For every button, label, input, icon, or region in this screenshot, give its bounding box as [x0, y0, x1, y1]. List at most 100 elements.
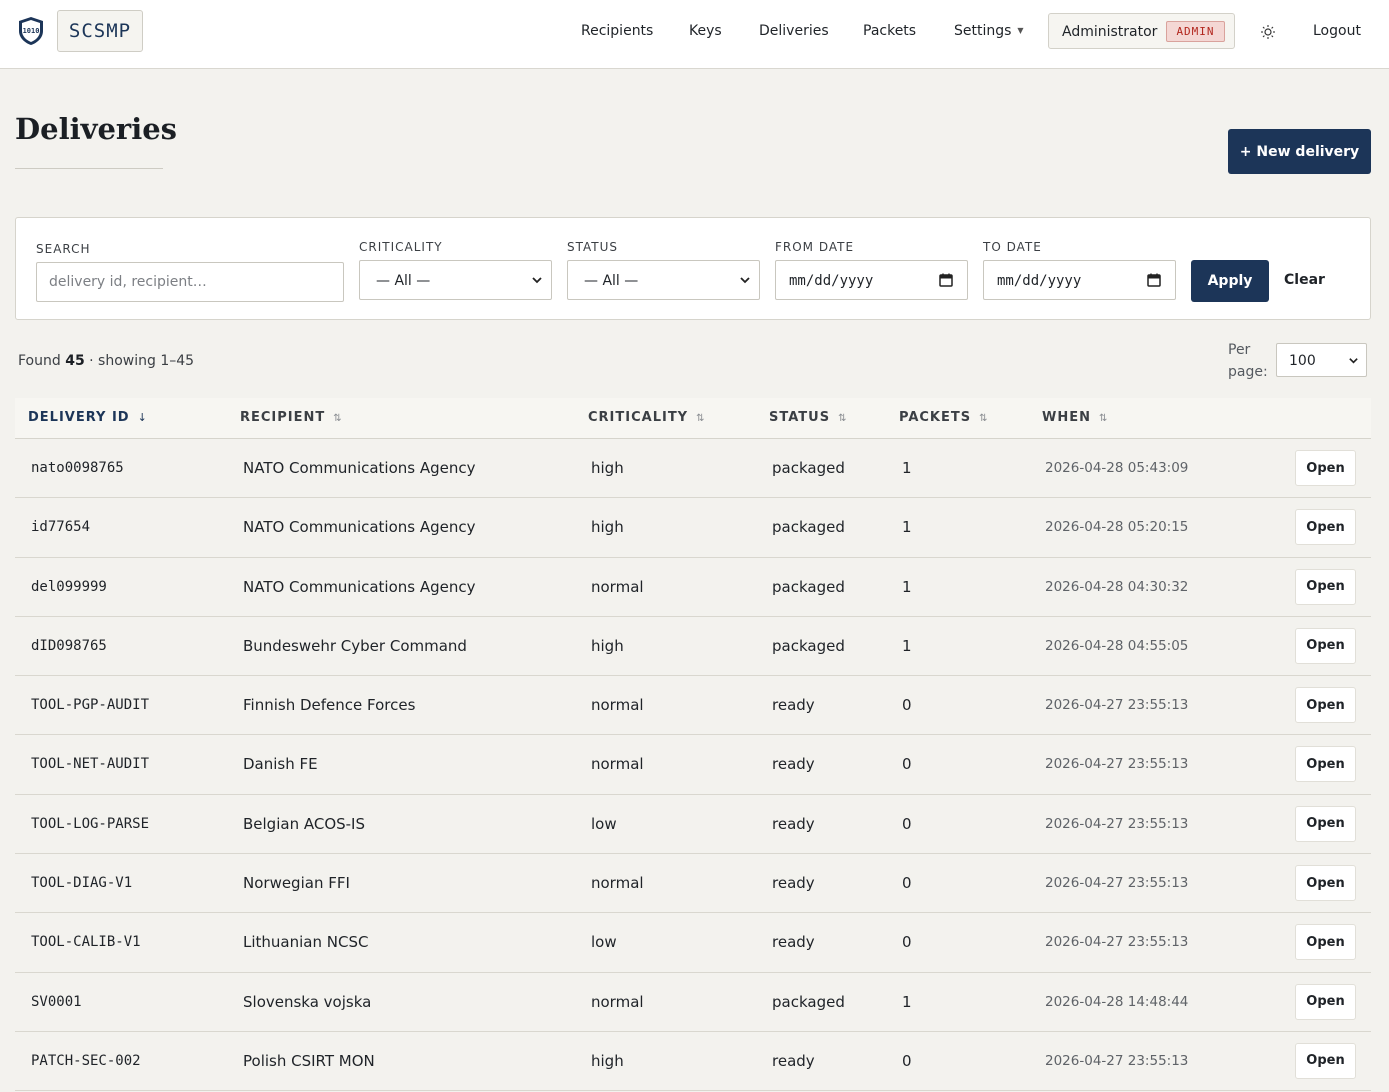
table-row[interactable]: del099999 NATO Communications Agency norma… — [15, 558, 1371, 617]
page-title: Deliveries — [15, 112, 178, 146]
packets-cell: 0 — [902, 1051, 912, 1070]
table-row[interactable]: dID098765 Bundeswehr Cyber Command high pac… — [15, 617, 1371, 677]
criticality-cell: low — [591, 933, 617, 952]
col-criticality[interactable]: CRITICALITY ⇅ — [588, 410, 705, 427]
nav-packets[interactable]: Packets — [863, 22, 916, 40]
criticality-cell: high — [591, 636, 624, 655]
col-label: RECIPIENT — [240, 410, 326, 425]
deliveries-table: DELIVERY ID ↓ RECIPIENT ⇅ CRITICALITY ⇅ STA… — [15, 398, 1371, 1092]
new-delivery-button[interactable]: + New delivery — [1228, 129, 1371, 174]
when-cell: 2026-04-27 23:55:13 — [1045, 697, 1189, 714]
table-row[interactable]: TOOL-DIAG-V1 Norwegian FFI normal ready 0 202… — [15, 854, 1371, 914]
table-row[interactable]: TOOL-NET-AUDIT Danish FE normal ready 0 2026-… — [15, 735, 1371, 795]
packets-cell: 1 — [902, 459, 912, 477]
from-date-input[interactable]: mm/dd/yyyy — [775, 260, 968, 300]
results-summary: Found 45 · showing 1–45 — [18, 352, 194, 370]
title-divider — [15, 168, 163, 169]
criticality-cell: high — [591, 1051, 624, 1070]
found-count: 45 — [65, 353, 85, 369]
delivery-id-cell: SV0001 — [31, 993, 82, 1010]
open-button[interactable]: Open — [1295, 983, 1356, 1020]
logout-link[interactable]: Logout — [1313, 22, 1361, 40]
recipient-cell: Finnish Defence Forces — [243, 696, 416, 715]
table-row[interactable]: PATCH-SEC-002 Polish CSIRT MON high ready 0 2… — [15, 1032, 1371, 1092]
open-button[interactable]: Open — [1295, 746, 1356, 783]
open-button[interactable]: Open — [1295, 865, 1356, 902]
status-cell: ready — [772, 874, 815, 893]
table-row[interactable]: id77654 NATO Communications Agency high pac… — [15, 498, 1371, 558]
brand-logo[interactable]: SCSMP — [57, 10, 143, 52]
when-cell: 2026-04-28 05:20:15 — [1045, 519, 1189, 536]
status-select[interactable]: — All — — [567, 260, 760, 300]
criticality-select[interactable]: — All — — [359, 260, 552, 300]
calendar-icon[interactable] — [939, 273, 953, 287]
table-row[interactable]: TOOL-CALIB-V1 Lithuanian NCSC low ready 0 202… — [15, 913, 1371, 973]
sort-icon: ⇅ — [979, 413, 988, 424]
delivery-id-cell: id77654 — [31, 519, 91, 536]
criticality-select-value: — All — — [376, 273, 431, 289]
criticality-cell: normal — [591, 874, 644, 893]
criticality-label: CRITICALITY — [359, 240, 443, 254]
table-row[interactable]: SV0001 Slovenska vojska normal packaged 1 202… — [15, 973, 1371, 1032]
nav-recipients[interactable]: Recipients — [581, 22, 653, 40]
status-label: STATUS — [567, 240, 619, 254]
criticality-cell: normal — [591, 992, 644, 1011]
open-button[interactable]: Open — [1295, 1042, 1356, 1079]
open-button[interactable]: Open — [1295, 924, 1356, 961]
per-page-label: Per page: — [1228, 342, 1268, 380]
criticality-cell: normal — [591, 755, 644, 774]
found-prefix: Found — [18, 353, 61, 369]
status-cell: packaged — [772, 636, 845, 655]
delivery-id-cell: TOOL-PGP-AUDIT — [31, 697, 150, 714]
criticality-cell: normal — [591, 577, 644, 596]
nav-settings-label: Settings — [954, 23, 1012, 39]
user-menu[interactable]: Administrator ADMIN — [1048, 13, 1235, 49]
delivery-id-cell: TOOL-DIAG-V1 — [31, 875, 133, 892]
shield-binary-icon[interactable]: 1010 — [17, 16, 45, 46]
packets-cell: 0 — [902, 814, 912, 833]
search-input[interactable] — [36, 262, 344, 302]
open-button[interactable]: Open — [1295, 450, 1356, 486]
nav-settings[interactable]: Settings ▼ — [954, 22, 1024, 40]
status-cell: ready — [772, 755, 815, 774]
status-cell: ready — [772, 1051, 815, 1070]
table-row[interactable]: nato0098765 NATO Communications Agency hig… — [15, 439, 1371, 499]
recipient-cell: NATO Communications Agency — [243, 518, 476, 537]
col-packets[interactable]: PACKETS ⇅ — [899, 410, 988, 427]
clear-button[interactable]: Clear — [1284, 270, 1325, 290]
delivery-id-cell: TOOL-CALIB-V1 — [31, 934, 141, 951]
recipient-cell: Norwegian FFI — [243, 874, 350, 893]
packets-cell: 1 — [902, 518, 912, 537]
packets-cell: 0 — [902, 696, 912, 715]
open-button[interactable]: Open — [1295, 687, 1356, 724]
calendar-icon[interactable] — [1147, 273, 1161, 287]
recipient-cell: Polish CSIRT MON — [243, 1051, 375, 1070]
col-recipient[interactable]: RECIPIENT ⇅ — [240, 410, 342, 427]
search-label: SEARCH — [36, 242, 91, 256]
open-button[interactable]: Open — [1295, 568, 1356, 605]
caret-down-icon: ▼ — [1017, 26, 1024, 35]
open-button[interactable]: Open — [1295, 509, 1356, 546]
open-button[interactable]: Open — [1295, 805, 1356, 842]
col-delivery-id[interactable]: DELIVERY ID ↓ — [28, 410, 147, 426]
nav-keys[interactable]: Keys — [689, 22, 722, 40]
per-page-value: 100 — [1289, 353, 1316, 369]
packets-cell: 0 — [902, 933, 912, 952]
apply-button[interactable]: Apply — [1191, 260, 1269, 302]
table-row[interactable]: TOOL-LOG-PARSE Belgian ACOS-IS low ready 0 20… — [15, 795, 1371, 855]
to-date-input[interactable]: mm/dd/yyyy — [983, 260, 1176, 300]
packets-cell: 0 — [902, 874, 912, 893]
sun-icon[interactable] — [1260, 24, 1276, 40]
col-status[interactable]: STATUS ⇅ — [769, 410, 846, 427]
criticality-cell: normal — [591, 696, 644, 715]
per-page-select[interactable]: 100 — [1276, 343, 1367, 377]
open-button[interactable]: Open — [1295, 627, 1356, 664]
filter-panel: SEARCH CRITICALITY — All — STATUS — All … — [15, 217, 1371, 320]
status-cell: ready — [772, 696, 815, 715]
nav-deliveries[interactable]: Deliveries — [759, 22, 829, 40]
col-when[interactable]: WHEN ⇅ — [1042, 410, 1107, 427]
table-row[interactable]: TOOL-PGP-AUDIT Finnish Defence Forces norm… — [15, 676, 1371, 736]
criticality-cell: low — [591, 814, 617, 833]
role-badge: ADMIN — [1166, 21, 1225, 42]
when-cell: 2026-04-28 14:48:44 — [1045, 993, 1189, 1010]
